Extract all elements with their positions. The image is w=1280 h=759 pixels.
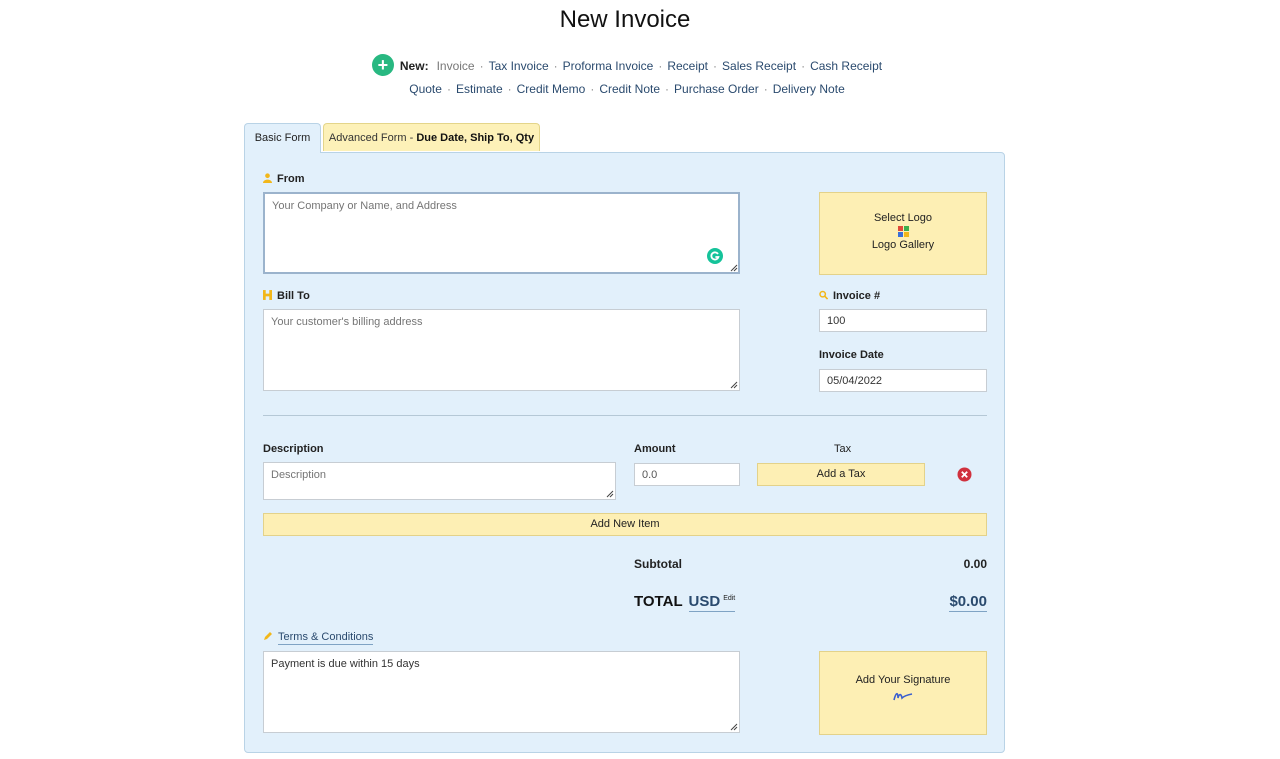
total-value: $0.00	[949, 593, 987, 612]
nav-purchase-order[interactable]: Purchase Order	[674, 82, 759, 96]
edit-currency-link[interactable]: Edit	[723, 595, 735, 602]
new-label: New:	[399, 59, 429, 74]
nav-invoice[interactable]: Invoice	[437, 59, 475, 73]
amount-header: Amount	[634, 443, 676, 455]
signature-icon	[893, 692, 913, 701]
tax-header: Tax	[834, 443, 852, 455]
tab-advanced-label: Advanced Form -	[328, 132, 417, 144]
description-header: Description	[263, 443, 324, 455]
add-new-item-button[interactable]: Add New Item	[263, 513, 987, 536]
delete-item-icon[interactable]	[957, 467, 972, 482]
resize-grip-icon[interactable]	[729, 263, 738, 272]
bill-to-textarea[interactable]	[263, 309, 740, 391]
add-tax-button[interactable]: Add a Tax	[757, 463, 925, 486]
select-logo-button[interactable]: Select Logo Logo Gallery	[819, 192, 987, 275]
bill-to-icon	[263, 290, 272, 300]
nav-credit-note[interactable]: Credit Note	[599, 82, 660, 96]
subtotal-value: 0.00	[963, 557, 987, 571]
nav-receipt[interactable]: Receipt	[667, 59, 708, 73]
invoice-date-input[interactable]	[819, 369, 987, 392]
resize-grip-icon[interactable]	[729, 722, 738, 731]
add-signature-button[interactable]: Add Your Signature	[819, 651, 987, 735]
terms-textarea[interactable]: Payment is due within 15 days	[263, 651, 740, 733]
logo-gallery-link[interactable]: Logo Gallery	[820, 239, 986, 251]
pencil-icon	[264, 632, 272, 640]
bill-to-label: Bill To	[263, 289, 310, 302]
invoice-date-label: Invoice Date	[819, 349, 884, 361]
search-icon	[819, 290, 828, 300]
add-signature-label: Add Your Signature	[855, 674, 951, 686]
currency-selector[interactable]: USD Edit	[688, 593, 736, 612]
nav-cash-receipt[interactable]: Cash Receipt	[810, 59, 882, 73]
invoice-number-input[interactable]	[819, 309, 987, 332]
add-new-icon[interactable]: +	[371, 54, 394, 76]
from-textarea[interactable]	[263, 192, 740, 274]
nav-estimate[interactable]: Estimate	[456, 82, 503, 96]
item-amount-input[interactable]	[634, 463, 740, 486]
logo-gallery-icon	[897, 226, 909, 237]
nav-quote[interactable]: Quote	[409, 82, 442, 96]
from-label: From	[263, 172, 305, 185]
total-label: TOTAL USD Edit	[634, 593, 736, 612]
invoice-number-label: Invoice #	[819, 289, 880, 302]
item-description-textarea[interactable]	[263, 462, 616, 500]
nav-sales-receipt[interactable]: Sales Receipt	[722, 59, 796, 73]
nav-credit-memo[interactable]: Credit Memo	[517, 82, 586, 96]
terms-label[interactable]: Terms & Conditions	[263, 631, 374, 645]
tab-basic-form[interactable]: Basic Form	[244, 123, 321, 153]
nav-tax-invoice[interactable]: Tax Invoice	[489, 59, 549, 73]
subtotal-label: Subtotal	[634, 557, 682, 571]
grammarly-icon[interactable]	[707, 248, 723, 264]
user-icon	[263, 173, 272, 183]
resize-grip-icon[interactable]	[729, 380, 738, 389]
new-document-nav-row-1: + New: Invoice · Tax Invoice · Proforma Invoic…	[0, 54, 1254, 78]
page-title: New Invoice	[559, 6, 691, 33]
new-document-nav-row-2: Quote · Estimate · Credit Memo · Credit Note · P…	[409, 82, 845, 96]
section-divider	[263, 415, 987, 416]
select-logo-label: Select Logo	[873, 212, 933, 224]
nav-delivery-note[interactable]: Delivery Note	[773, 82, 845, 96]
tab-advanced-detail: Due Date, Ship To, Qty	[416, 132, 535, 144]
tab-advanced-form[interactable]: Advanced Form - Due Date, Ship To, Qty	[323, 123, 540, 151]
resize-grip-icon[interactable]	[605, 489, 614, 498]
nav-proforma-invoice[interactable]: Proforma Invoice	[563, 59, 654, 73]
